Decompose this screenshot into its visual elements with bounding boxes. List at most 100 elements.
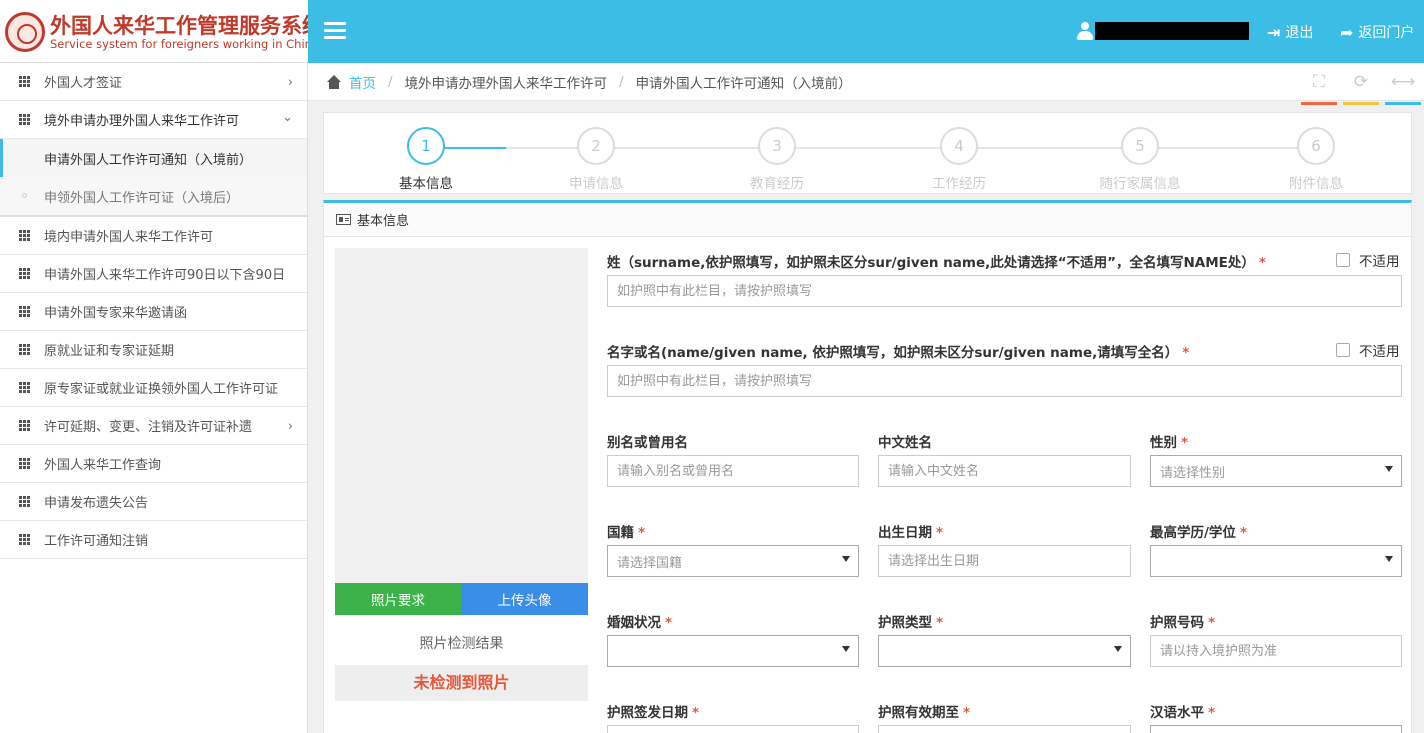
birth-date-input[interactable] bbox=[878, 545, 1131, 577]
passport-number-label-text: 护照号码 bbox=[1150, 615, 1204, 631]
surname-label-text: 姓（surname,依护照填写，如护照未区分sur/given name,此处请… bbox=[607, 255, 1255, 271]
step-progress: 1 基本信息 2 申请信息 3 教育经历 4 工作经历 5 随行家属信息 6 附… bbox=[323, 112, 1412, 194]
required-mark: * bbox=[1208, 615, 1216, 631]
sidebar-subitem-permit-card[interactable]: 申领外国人工作许可证（入境后） bbox=[0, 177, 307, 215]
passport-type-label-text: 护照类型 bbox=[878, 615, 932, 631]
sidebar-item-extension[interactable]: 原就业证和专家证延期 bbox=[0, 331, 307, 369]
logo-area: 外国人来华工作管理服务系统 Service system for foreign… bbox=[0, 0, 323, 63]
passport-expiry-input[interactable] bbox=[878, 725, 1131, 733]
passport-issue-date-input[interactable] bbox=[607, 725, 859, 733]
id-card-icon bbox=[336, 214, 351, 225]
sidebar-item-domestic-permit[interactable]: 境内申请外国人来华工作许可 bbox=[0, 217, 307, 255]
alias-input[interactable] bbox=[607, 455, 859, 487]
sidebar-item-lost-notice[interactable]: 申请发布遗失公告 bbox=[0, 483, 307, 521]
sidebar-item-query[interactable]: 外国人来华工作查询 bbox=[0, 445, 307, 483]
emblem-icon bbox=[5, 12, 45, 52]
marital-select[interactable] bbox=[607, 635, 859, 667]
username-redacted bbox=[1095, 22, 1249, 40]
chinese-level-label-text: 汉语水平 bbox=[1150, 705, 1204, 721]
nationality-select[interactable]: 请选择国籍 bbox=[607, 545, 859, 577]
sidebar-item-permit-changes[interactable]: 许可延期、变更、注销及许可证补遗 › bbox=[0, 407, 307, 445]
passport-number-input[interactable] bbox=[1150, 635, 1402, 667]
passport-issue-label-text: 护照签发日期 bbox=[607, 705, 688, 721]
panel-title: 基本信息 bbox=[357, 214, 410, 229]
logo-title-en: Service system for foreigners working in… bbox=[50, 37, 319, 51]
sidebar-item-label: 工作许可通知注销 bbox=[44, 534, 149, 549]
grid-icon bbox=[19, 496, 32, 507]
step-label: 工作经历 bbox=[932, 176, 986, 192]
chinese-name-label: 中文姓名 bbox=[878, 435, 932, 451]
arrows-horizontal-icon[interactable]: ⟷ bbox=[1382, 63, 1424, 105]
upload-avatar-button[interactable]: 上传头像 bbox=[461, 583, 588, 615]
education-select[interactable] bbox=[1150, 545, 1402, 577]
step-number: 4 bbox=[940, 127, 978, 165]
checkbox-icon bbox=[1336, 253, 1350, 267]
sidebar-item-label: 申请发布遗失公告 bbox=[44, 496, 149, 511]
sidebar-item-talent-visa[interactable]: 外国人才签证 › bbox=[0, 63, 307, 101]
required-mark: * bbox=[638, 525, 646, 541]
step-attachments[interactable]: 6 附件信息 bbox=[1256, 127, 1376, 192]
refresh-icon[interactable]: ⟳ bbox=[1340, 63, 1382, 105]
breadcrumb-level1[interactable]: 境外申请办理外国人来华工作许可 bbox=[405, 72, 608, 92]
sidebar-item-90day-permit[interactable]: 申请外国人来华工作许可90日以下含90日 bbox=[0, 255, 307, 293]
required-mark: * bbox=[936, 615, 944, 631]
photo-check-title: 照片检测结果 bbox=[419, 636, 504, 652]
given-name-label: 名字或名(name/given name, 依护照填写，如护照未区分sur/gi… bbox=[607, 341, 1189, 361]
caret-down-icon bbox=[1385, 466, 1393, 472]
chinese-level-select[interactable] bbox=[1150, 725, 1402, 733]
breadcrumb-separator: / bbox=[388, 73, 393, 90]
sidebar-item-label: 外国人来华工作查询 bbox=[44, 458, 162, 473]
breadcrumb-home-link[interactable]: 首页 bbox=[349, 72, 376, 92]
photo-preview bbox=[335, 248, 588, 583]
sidebar-item-label: 境外申请办理外国人来华工作许可 bbox=[44, 114, 240, 129]
chinese-name-input[interactable] bbox=[878, 455, 1131, 487]
given-name-not-applicable-checkbox[interactable]: 不适用 bbox=[1336, 340, 1400, 360]
step-family[interactable]: 5 随行家属信息 bbox=[1080, 127, 1200, 192]
grid-icon bbox=[19, 420, 32, 431]
given-name-input[interactable] bbox=[607, 365, 1402, 397]
surname-not-applicable-checkbox[interactable]: 不适用 bbox=[1336, 250, 1400, 270]
sidebar-item-exchange[interactable]: 原专家证或就业证换领外国人工作许可证 bbox=[0, 369, 307, 407]
step-label: 附件信息 bbox=[1289, 176, 1343, 192]
sidebar-item-cancel-notice[interactable]: 工作许可通知注销 bbox=[0, 521, 307, 559]
sidebar-subitem-label: 申请外国人工作许可通知（入境前） bbox=[44, 152, 253, 168]
panel-header: 基本信息 bbox=[324, 203, 1411, 237]
required-mark: * bbox=[936, 525, 944, 541]
surname-input[interactable] bbox=[607, 275, 1402, 307]
return-portal-button[interactable]: ➦ 返回门户 bbox=[1340, 22, 1414, 42]
passport-number-label: 护照号码 * bbox=[1150, 611, 1215, 631]
required-mark: * bbox=[963, 705, 971, 721]
sidebar-item-overseas-permit[interactable]: 境外申请办理外国人来华工作许可 ⌄ bbox=[0, 101, 307, 139]
logout-button[interactable]: ⇥ 退出 bbox=[1267, 22, 1313, 42]
step-line-done bbox=[440, 147, 506, 149]
hamburger-menu-icon[interactable] bbox=[324, 22, 346, 40]
photo-requirements-button[interactable]: 照片要求 bbox=[335, 583, 461, 615]
gender-label-text: 性别 bbox=[1150, 435, 1177, 451]
step-education[interactable]: 3 教育经历 bbox=[717, 127, 837, 192]
step-label: 教育经历 bbox=[750, 176, 804, 192]
breadcrumb-separator: / bbox=[619, 73, 624, 90]
step-number: 3 bbox=[758, 127, 796, 165]
gender-select[interactable]: 请选择性别 bbox=[1150, 455, 1402, 487]
logo-title-cn: 外国人来华工作管理服务系统 bbox=[50, 14, 323, 38]
step-work-experience[interactable]: 4 工作经历 bbox=[899, 127, 1019, 192]
sidebar-subitem-label: 申领外国人工作许可证（入境后） bbox=[44, 190, 240, 206]
fullscreen-icon[interactable]: ⛶ bbox=[1298, 63, 1340, 105]
logout-icon: ⇥ bbox=[1267, 22, 1281, 42]
passport-expiry-label-text: 护照有效期至 bbox=[878, 705, 959, 721]
sidebar-item-label: 原专家证或就业证换领外国人工作许可证 bbox=[44, 382, 279, 397]
step-label: 申请信息 bbox=[569, 176, 623, 192]
sidebar: 外国人才签证 › 境外申请办理外国人来华工作许可 ⌄ 申请外国人工作许可通知（入… bbox=[0, 63, 308, 733]
top-bar: ⇥ 退出 ➦ 返回门户 bbox=[308, 0, 1424, 63]
caret-down-icon bbox=[1114, 646, 1122, 652]
sidebar-subitem-permit-notice[interactable]: 申请外国人工作许可通知（入境前） bbox=[0, 139, 307, 177]
step-basic-info[interactable]: 1 基本信息 bbox=[366, 127, 486, 192]
sidebar-item-expert-invitation[interactable]: 申请外国专家来华邀请函 bbox=[0, 293, 307, 331]
dot-icon bbox=[22, 193, 27, 198]
toolbar: ⛶ ⟳ ⟷ bbox=[1298, 63, 1424, 105]
required-mark: * bbox=[1258, 255, 1266, 271]
step-line bbox=[506, 147, 1316, 149]
step-application-info[interactable]: 2 申请信息 bbox=[536, 127, 656, 192]
sidebar-item-label: 外国人才签证 bbox=[44, 76, 123, 91]
passport-type-select[interactable] bbox=[878, 635, 1131, 667]
